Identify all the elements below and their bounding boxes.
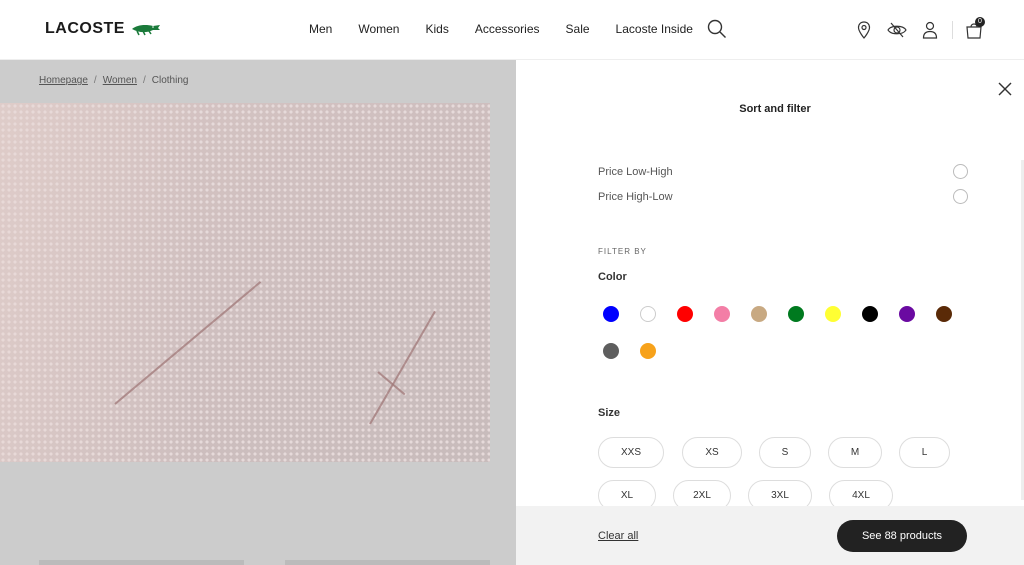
cart-count-badge: 0 xyxy=(975,17,985,27)
color-swatch[interactable] xyxy=(825,306,841,322)
header-divider xyxy=(952,21,953,39)
nav-lacoste-inside[interactable]: Lacoste Inside xyxy=(616,22,693,36)
search-icon[interactable] xyxy=(707,19,727,39)
accessibility-icon[interactable] xyxy=(885,18,909,42)
panel-title: Sort and filter xyxy=(739,103,811,115)
sort-radio[interactable] xyxy=(953,189,968,204)
sort-option-label: Price High-Low xyxy=(598,190,673,203)
breadcrumb-women[interactable]: Women xyxy=(103,75,137,86)
color-swatch[interactable] xyxy=(640,306,656,322)
close-icon[interactable] xyxy=(997,81,1013,97)
sort-radio[interactable] xyxy=(953,164,968,179)
product-thumbnail[interactable] xyxy=(39,560,244,565)
size-option-l[interactable]: L xyxy=(899,437,950,468)
breadcrumb: Homepage / Women / Clothing xyxy=(39,75,188,86)
color-swatch[interactable] xyxy=(714,306,730,322)
color-swatch[interactable] xyxy=(936,306,952,322)
sort-price-high-low[interactable]: Price High-Low xyxy=(598,189,968,204)
size-option-s[interactable]: S xyxy=(759,437,811,468)
store-locator-icon[interactable] xyxy=(852,18,876,42)
sort-filter-panel: Sort and filter Price Low-High Price Hig… xyxy=(516,60,1024,565)
color-swatch[interactable] xyxy=(862,306,878,322)
logo[interactable]: LACOSTE xyxy=(45,20,161,38)
filter-by-heading: FILTER BY xyxy=(598,247,647,256)
nav-accessories[interactable]: Accessories xyxy=(475,22,540,36)
nav-kids[interactable]: Kids xyxy=(425,22,448,36)
breadcrumb-separator: / xyxy=(142,75,146,86)
cart-icon[interactable]: 0 xyxy=(962,17,986,42)
size-heading: Size xyxy=(598,407,621,419)
header-icons: 0 xyxy=(843,17,986,42)
sort-price-low-high[interactable]: Price Low-High xyxy=(598,164,968,179)
breadcrumb-separator: / xyxy=(93,75,97,86)
crocodile-icon xyxy=(131,25,160,36)
logo-text: LACOSTE xyxy=(45,20,125,37)
color-swatch[interactable] xyxy=(751,306,767,322)
color-swatches xyxy=(603,306,973,380)
size-option-xxs[interactable]: XXS xyxy=(598,437,664,468)
color-swatch[interactable] xyxy=(603,306,619,322)
nav-sale[interactable]: Sale xyxy=(566,22,590,36)
breadcrumb-current: Clothing xyxy=(151,75,189,86)
color-swatch[interactable] xyxy=(788,306,804,322)
page-overlay[interactable]: Homepage / Women / Clothing xyxy=(0,60,516,565)
size-option-m[interactable]: M xyxy=(828,437,882,468)
account-icon[interactable] xyxy=(918,18,942,42)
product-thumbnail[interactable] xyxy=(285,560,490,565)
color-swatch[interactable] xyxy=(640,343,656,359)
color-swatch[interactable] xyxy=(899,306,915,322)
main-nav: Men Women Kids Accessories Sale Lacoste … xyxy=(309,22,719,36)
nav-women[interactable]: Women xyxy=(358,22,399,36)
color-swatch[interactable] xyxy=(603,343,619,359)
nav-men[interactable]: Men xyxy=(309,22,332,36)
sort-option-label: Price Low-High xyxy=(598,165,673,178)
hero-image xyxy=(0,103,490,462)
size-option-xs[interactable]: XS xyxy=(682,437,742,468)
breadcrumb-home[interactable]: Homepage xyxy=(39,75,88,86)
hero-image-shade xyxy=(0,103,490,462)
color-swatch[interactable] xyxy=(677,306,693,322)
clear-all-link[interactable]: Clear all xyxy=(598,530,638,542)
panel-footer: Clear all See 88 products xyxy=(516,506,1024,565)
see-products-button[interactable]: See 88 products xyxy=(837,520,967,552)
site-header: LACOSTE Men Women Kids Accessories Sale … xyxy=(0,0,1024,60)
color-heading: Color xyxy=(598,271,627,283)
